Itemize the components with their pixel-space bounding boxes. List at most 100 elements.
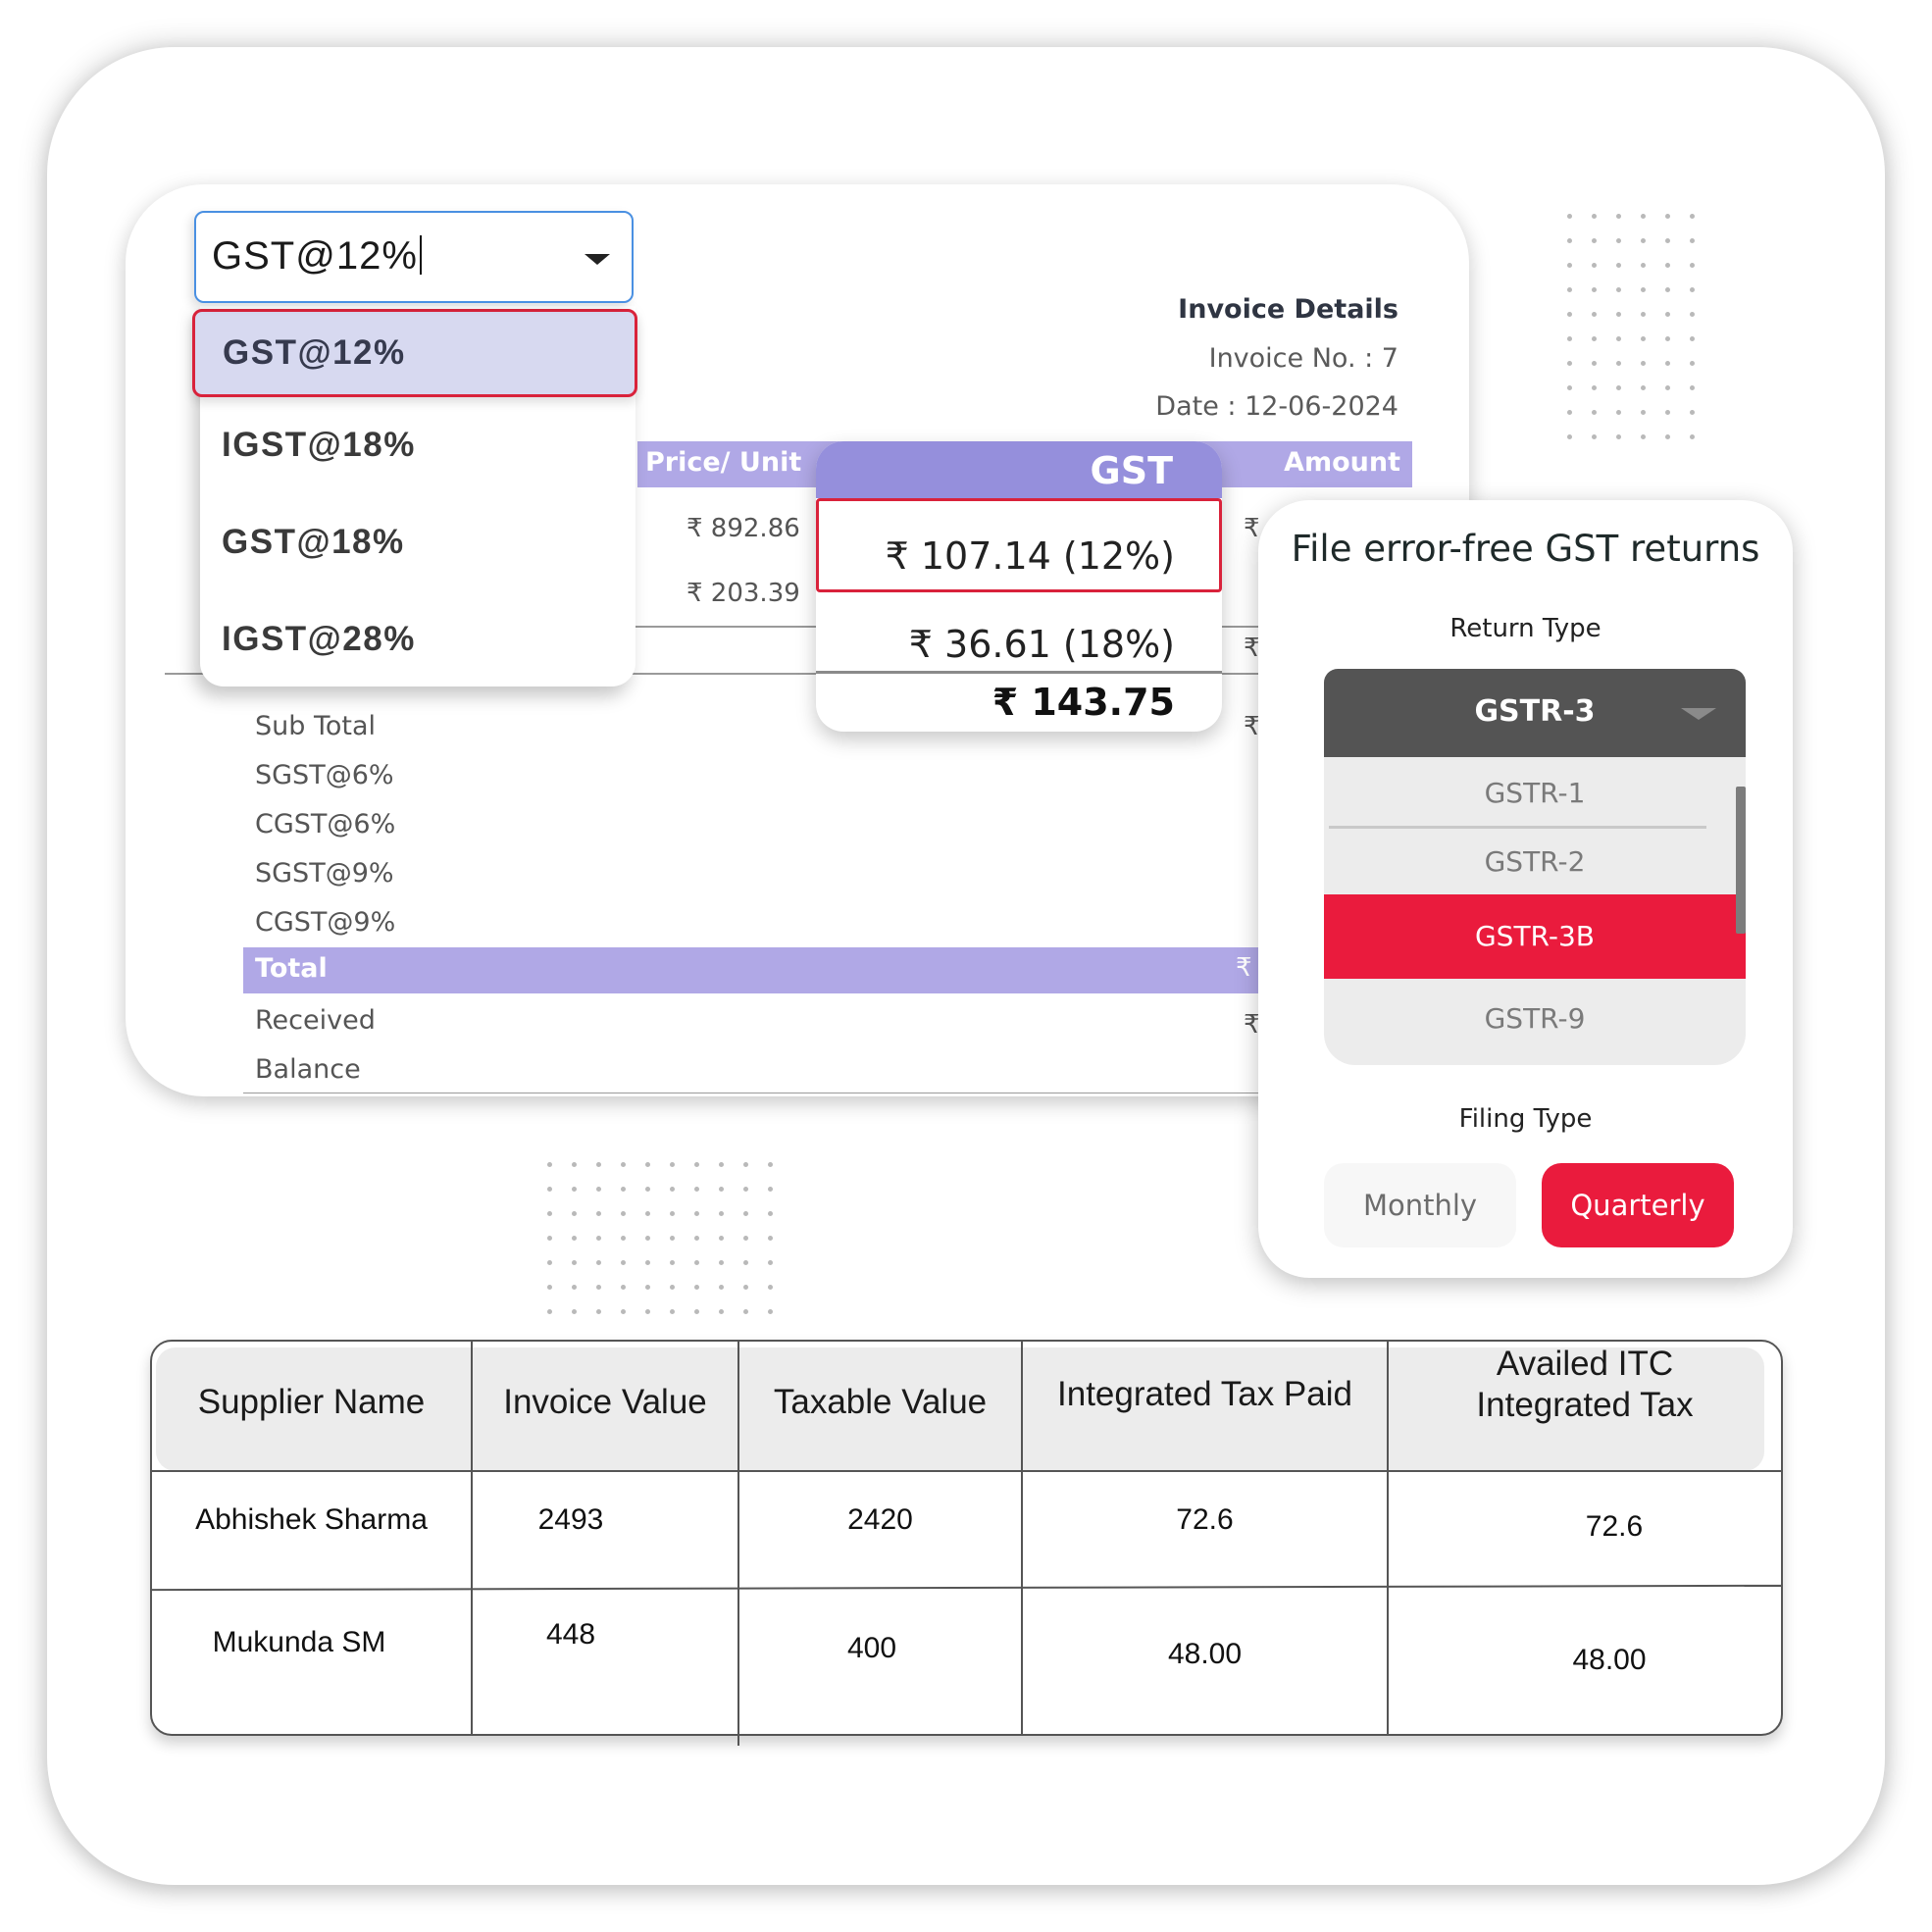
dot — [1665, 238, 1670, 243]
dot — [547, 1309, 552, 1314]
dot — [1592, 238, 1597, 243]
dot — [694, 1211, 699, 1216]
taxable-value-cell: 400 — [846, 1632, 897, 1664]
dot — [670, 1285, 675, 1290]
dot — [547, 1162, 552, 1167]
gst-total: ₹ 143.75 — [991, 681, 1175, 724]
gst-header-label: GST — [1090, 449, 1173, 492]
dot — [1641, 410, 1646, 415]
dot — [1592, 385, 1597, 390]
dropdown-option-selected[interactable]: GST@12% — [192, 309, 637, 397]
taxable-value-cell: 2420 — [847, 1503, 913, 1536]
dot — [1690, 410, 1695, 415]
dot — [1592, 263, 1597, 268]
dot — [1616, 287, 1621, 292]
dot — [1567, 287, 1572, 292]
dot — [743, 1260, 748, 1265]
dot — [1567, 336, 1572, 341]
dot — [1592, 361, 1597, 366]
dot — [1567, 434, 1572, 439]
dot — [547, 1187, 552, 1192]
filing-quarterly-button[interactable]: Quarterly — [1542, 1163, 1734, 1247]
dot — [1641, 434, 1646, 439]
column-header-price-per-unit: Price/ Unit — [645, 447, 802, 478]
dot — [1665, 287, 1670, 292]
dot — [1665, 312, 1670, 317]
tax-rate-select[interactable]: GST@12% — [194, 211, 634, 303]
dot — [572, 1162, 577, 1167]
return-type-select[interactable]: GSTR-3 — [1324, 669, 1746, 757]
dot — [1567, 410, 1572, 415]
total-label: Total — [255, 953, 328, 984]
dot — [621, 1260, 626, 1265]
sgst-6-label: SGST@6% — [255, 760, 394, 790]
gst-row-highlighted: ₹ 107.14 (12%) — [816, 498, 1222, 592]
dot — [719, 1260, 724, 1265]
dot — [596, 1285, 601, 1290]
integrated-tax-paid-cell: 72.6 — [1176, 1503, 1234, 1536]
total-row: Total ₹ — [243, 947, 1351, 993]
dot — [719, 1285, 724, 1290]
dot — [719, 1236, 724, 1241]
scrollbar-thumb[interactable] — [1736, 787, 1746, 934]
dot — [1641, 336, 1646, 341]
dot — [621, 1236, 626, 1241]
supplier-name-cell: Mukunda SM — [212, 1626, 386, 1658]
dot — [1641, 385, 1646, 390]
dot — [670, 1211, 675, 1216]
dot — [743, 1211, 748, 1216]
dropdown-option[interactable]: IGST@28% — [222, 620, 416, 659]
sub-total-label: Sub Total — [255, 711, 377, 741]
itc-table: Supplier Name Invoice Value Taxable Valu… — [150, 1340, 1783, 1746]
dot — [1616, 238, 1621, 243]
dot — [621, 1187, 626, 1192]
dot — [1690, 263, 1695, 268]
dot — [1616, 263, 1621, 268]
dot — [768, 1236, 773, 1241]
dot — [596, 1236, 601, 1241]
column-header-supplier-name: Supplier Name — [197, 1383, 426, 1421]
dot — [1567, 263, 1572, 268]
availed-itc-cell: 72.6 — [1585, 1510, 1644, 1543]
return-type-option[interactable]: GSTR-1 — [1324, 777, 1746, 809]
dot — [596, 1211, 601, 1216]
dot — [743, 1236, 748, 1241]
row-divider — [816, 671, 1222, 674]
dot — [1665, 385, 1670, 390]
return-type-option[interactable]: GSTR-2 — [1324, 845, 1746, 878]
tax-rate-select-value: GST@12% — [212, 234, 422, 279]
dot — [719, 1187, 724, 1192]
return-type-option-highlighted[interactable]: GSTR-3B — [1324, 894, 1746, 979]
return-type-option[interactable]: GSTR-9 — [1324, 1002, 1746, 1035]
dot — [1567, 238, 1572, 243]
option-divider — [1329, 826, 1706, 829]
dot — [572, 1187, 577, 1192]
dot — [1641, 238, 1646, 243]
dot — [1690, 312, 1695, 317]
dot — [1616, 214, 1621, 219]
dot — [645, 1187, 650, 1192]
dot — [670, 1309, 675, 1314]
dot — [694, 1187, 699, 1192]
chevron-down-icon[interactable] — [1681, 708, 1716, 720]
dot — [1592, 336, 1597, 341]
dot — [1567, 385, 1572, 390]
dot — [1641, 214, 1646, 219]
price-cell: ₹ 203.39 — [686, 579, 800, 608]
decorative-dot-grid — [1567, 214, 1695, 439]
dot — [1690, 287, 1695, 292]
dot — [768, 1285, 773, 1290]
dot — [670, 1187, 675, 1192]
dropdown-option[interactable]: IGST@18% — [222, 426, 416, 465]
dot — [1616, 312, 1621, 317]
filing-monthly-button[interactable]: Monthly — [1324, 1163, 1516, 1247]
dot — [572, 1260, 577, 1265]
dropdown-option[interactable]: GST@18% — [222, 523, 405, 562]
dot — [1690, 361, 1695, 366]
column-header-invoice-value: Invoice Value — [503, 1383, 707, 1421]
dot — [621, 1309, 626, 1314]
dot — [1665, 434, 1670, 439]
chevron-down-icon[interactable] — [585, 254, 610, 265]
column-header-taxable-value: Taxable Value — [773, 1383, 988, 1421]
dot — [645, 1260, 650, 1265]
